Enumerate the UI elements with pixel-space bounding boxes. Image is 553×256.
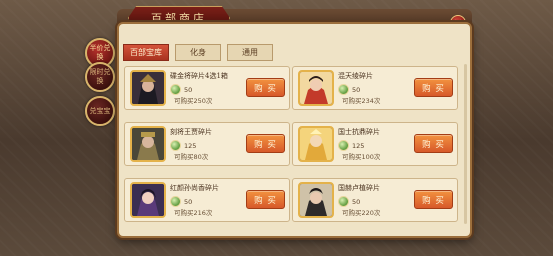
item-price: 125 — [338, 140, 364, 151]
side-tab-label: 限时兑换 — [89, 68, 111, 85]
jade-coin-icon — [338, 84, 349, 95]
item-limit: 可购买216次 — [174, 209, 213, 217]
price-value: 50 — [352, 85, 361, 94]
item-price: 50 — [338, 196, 360, 207]
item-name: 混天绫碎片 — [338, 72, 373, 80]
item-price: 50 — [338, 84, 360, 95]
jade-coin-icon — [170, 84, 181, 95]
item-name: 刻将王贾碎片 — [170, 128, 212, 136]
scrollbar[interactable] — [464, 64, 467, 224]
price-value: 50 — [352, 197, 361, 206]
item-name: 国士抗鼎碎片 — [338, 128, 380, 136]
buy-button[interactable]: 购 买 — [246, 134, 285, 153]
buy-button[interactable]: 购 买 — [414, 78, 453, 97]
item-price: 50 — [170, 84, 192, 95]
item-name: 国赫卢植碎片 — [338, 184, 380, 192]
tab-avatar[interactable]: 化身 — [175, 44, 221, 61]
tab-treasury[interactable]: 百部宝库 — [123, 44, 169, 61]
shop-item: 红颜孙尚香碎片 50 可购买216次 购 买 — [124, 178, 290, 222]
item-price: 125 — [170, 140, 196, 151]
tab-general[interactable]: 通用 — [227, 44, 273, 61]
item-limit: 可购买250次 — [174, 97, 213, 105]
side-tab-limited[interactable]: 限时兑换 — [85, 62, 115, 92]
jade-coin-icon — [338, 140, 349, 151]
item-limit: 可购买234次 — [342, 97, 381, 105]
side-tab-label: 兑宝宝 — [89, 106, 111, 115]
buy-button[interactable]: 购 买 — [246, 190, 285, 209]
side-tab-treasure[interactable]: 兑宝宝 — [85, 96, 115, 126]
price-value: 125 — [352, 141, 365, 150]
item-name: 碟金将碎片4选1箱 — [170, 72, 228, 80]
jade-coin-icon — [338, 196, 349, 207]
buy-button[interactable]: 购 买 — [414, 134, 453, 153]
shop-item: 国士抗鼎碎片 125 可购买100次 购 买 — [292, 122, 458, 166]
item-limit: 可购买80次 — [174, 153, 209, 161]
jade-coin-icon — [170, 140, 181, 151]
price-value: 125 — [184, 141, 197, 150]
buy-button[interactable]: 购 买 — [414, 190, 453, 209]
item-name: 红颜孙尚香碎片 — [170, 184, 219, 192]
item-limit: 可购买100次 — [342, 153, 381, 161]
side-tab-label: 半价兑换 — [89, 44, 111, 61]
jade-coin-icon — [170, 196, 181, 207]
price-value: 50 — [184, 197, 193, 206]
item-portrait — [298, 70, 334, 106]
item-portrait — [298, 126, 334, 162]
shop-item: 混天绫碎片 50 可购买234次 购 买 — [292, 66, 458, 110]
shop-item: 国赫卢植碎片 50 可购买220次 购 买 — [292, 178, 458, 222]
shop-item: 碟金将碎片4选1箱 50 可购买250次 购 买 — [124, 66, 290, 110]
item-portrait — [130, 70, 166, 106]
item-portrait — [130, 182, 166, 218]
item-portrait — [298, 182, 334, 218]
shop-item: 刻将王贾碎片 125 可购买80次 购 买 — [124, 122, 290, 166]
item-portrait — [130, 126, 166, 162]
price-value: 50 — [184, 85, 193, 94]
item-limit: 可购买220次 — [342, 209, 381, 217]
buy-button[interactable]: 购 买 — [246, 78, 285, 97]
item-price: 50 — [170, 196, 192, 207]
